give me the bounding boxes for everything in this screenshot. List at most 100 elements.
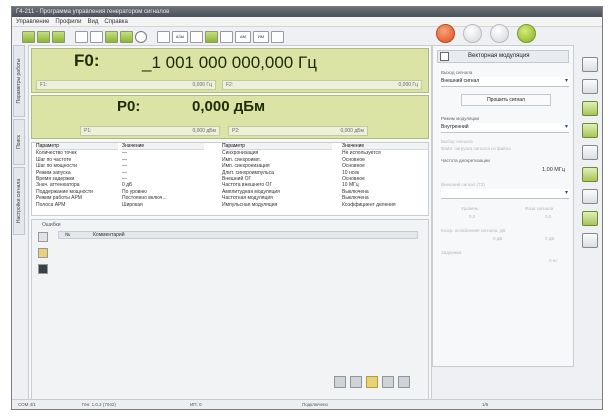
status-version: Ген: 1.0.2 (7042): [82, 402, 116, 407]
app-window: Г4-211 - Программа управления генераторо…: [11, 6, 603, 410]
menu-help[interactable]: Справка: [104, 19, 128, 25]
chevron-down-icon: ▾: [564, 78, 568, 84]
tab-signal-settings-label: Настройки сигнала: [16, 178, 22, 224]
power-stop-button[interactable]: [436, 24, 455, 43]
power-value: 0,000 дБм: [192, 98, 266, 115]
tab-work-params-label: Параметры работы: [16, 58, 22, 104]
attenuation-b[interactable]: 0 дБ: [545, 236, 554, 241]
copy-icon[interactable]: [382, 376, 394, 388]
freq-f1-field[interactable]: F1: 0,000 Гц: [36, 80, 216, 90]
p2-value: 0,000 дБм: [340, 128, 364, 134]
function-icon[interactable]: [582, 79, 598, 94]
delay-label: Задержка: [441, 250, 462, 255]
power-p2-field[interactable]: P2: 0,000 дБм: [228, 126, 368, 136]
folder-icon[interactable]: [38, 248, 48, 258]
mode-list-button[interactable]: [52, 30, 65, 43]
settings-button[interactable]: [120, 30, 133, 43]
am-button[interactable]: АМ: [235, 30, 251, 43]
tab-work-params[interactable]: Параметры работы: [13, 45, 25, 117]
rf-output-toggle[interactable]: [135, 30, 147, 43]
pulse-button[interactable]: [271, 30, 284, 43]
auto-level-button[interactable]: АЗЫ: [172, 30, 188, 43]
signal-label: Выбор сигнала: [441, 139, 473, 144]
flash-signal-button[interactable]: Прошить сигнал: [461, 94, 551, 106]
fm-icon[interactable]: [582, 167, 598, 182]
round-controls: [436, 24, 536, 43]
table-cell[interactable]: Коэффициент деления: [342, 202, 428, 208]
gear-icon[interactable]: [582, 57, 598, 72]
frequency-display[interactable]: F0: _1 001 000 000,000 Гц F1: 0,000 Гц F…: [31, 48, 429, 93]
errors-col-num: №: [65, 232, 71, 238]
p1-value: 0,000 дБм: [192, 128, 216, 134]
print-icon[interactable]: [350, 376, 362, 388]
type-label: Режим модуляции: [441, 116, 480, 121]
f1-value: 0,000 Гц: [192, 82, 212, 88]
signal-value: Файл: загрузка сигнала из файла: [441, 146, 511, 151]
params-left-names: Параметр Количество точек Шаг по частоте…: [36, 143, 118, 208]
am-icon[interactable]: [582, 145, 598, 160]
source-mode-label: Выход сигнала: [441, 70, 473, 75]
toolbar: АЗЫ АМ ИМ: [12, 28, 430, 45]
connect-button[interactable]: [517, 24, 536, 43]
delete-icon[interactable]: [398, 376, 410, 388]
type-select[interactable]: Внутренний ▾: [441, 123, 569, 133]
rate-value[interactable]: 1,00 МГц: [542, 167, 565, 173]
status-bar: СОМ 4/1 Ген: 1.0.2 (7042) ИП: 0 Подключе…: [12, 399, 602, 409]
refresh-button[interactable]: [463, 24, 482, 43]
clear-errors-icon[interactable]: [38, 232, 48, 242]
attenuation-a[interactable]: 0 дБ: [493, 236, 502, 241]
freq-f2-field[interactable]: F2: 0,000 Гц: [222, 80, 422, 90]
freq-label: F0:: [74, 51, 100, 70]
modulation-button[interactable]: [157, 30, 170, 43]
table-row[interactable]: Полоса АРМ: [36, 202, 118, 208]
menu-view[interactable]: Вид: [88, 19, 99, 25]
sweep-icon[interactable]: [582, 123, 598, 138]
p2-label: P2:: [232, 128, 240, 134]
freq-number: _1 001 000 000,000: [142, 53, 294, 72]
mode-cw-button[interactable]: [22, 30, 35, 43]
level-value[interactable]: 0,0: [469, 214, 475, 219]
power-display[interactable]: P0: 0,000 дБм P1: 0,000 дБм P2: 0,000 дБ…: [31, 95, 429, 139]
tab-search[interactable]: Поиск: [13, 119, 25, 165]
info-button[interactable]: [220, 30, 233, 43]
save-icon[interactable]: [38, 264, 48, 274]
trigger-button[interactable]: [105, 30, 118, 43]
params-right-values: Значение Не используется Основное Основн…: [342, 143, 428, 208]
sweep-freq-button[interactable]: [75, 30, 88, 43]
vector-icon[interactable]: [582, 211, 598, 226]
chart-button[interactable]: [205, 30, 218, 43]
status-port: СОМ 4/1: [18, 402, 36, 407]
p1-label: P1:: [84, 128, 92, 134]
chevron-down-icon: ▾: [564, 124, 568, 130]
col-header-value: Значение: [122, 143, 204, 151]
menu-profiles[interactable]: Профили: [55, 19, 81, 25]
status-ip: ИП: 0: [190, 402, 202, 407]
grid-button[interactable]: [190, 30, 203, 43]
phase-value[interactable]: 0,0: [545, 214, 551, 219]
pulse-icon[interactable]: [582, 101, 598, 116]
source-select[interactable]: Внешний сигнал ▾: [441, 77, 569, 87]
sweep-power-button[interactable]: [90, 30, 103, 43]
pm-button[interactable]: ИМ: [253, 30, 269, 43]
col-header-value-2: Значение: [342, 143, 428, 151]
open-folder-icon[interactable]: [366, 376, 378, 388]
type-select-value: Внутренний: [441, 124, 469, 130]
mode-sweep-button[interactable]: [37, 30, 50, 43]
freq-unit: Гц: [298, 53, 317, 72]
f2-label: F2:: [226, 82, 234, 88]
export-icon[interactable]: [334, 376, 346, 388]
parameters-table: Параметр Количество точек Шаг по частоте…: [31, 142, 429, 216]
power-p1-field[interactable]: P1: 0,000 дБм: [80, 126, 220, 136]
ext-signal-select[interactable]: ▾: [441, 189, 569, 199]
chevron-down-icon: ▾: [564, 190, 568, 196]
delay-value[interactable]: 0 нс: [549, 258, 558, 263]
phase-label: Фаза сигнала: [525, 206, 554, 211]
table-cell[interactable]: Широкая: [122, 202, 204, 208]
side-tabs: Параметры работы Поиск Настройки сигнала: [12, 45, 26, 235]
config-button[interactable]: [490, 24, 509, 43]
menu-control[interactable]: Управление: [16, 19, 49, 25]
grid-icon[interactable]: [582, 233, 598, 248]
tab-signal-settings[interactable]: Настройки сигнала: [13, 167, 25, 235]
table-row[interactable]: Импульсная модуляция: [222, 202, 332, 208]
list-icon[interactable]: [582, 189, 598, 204]
